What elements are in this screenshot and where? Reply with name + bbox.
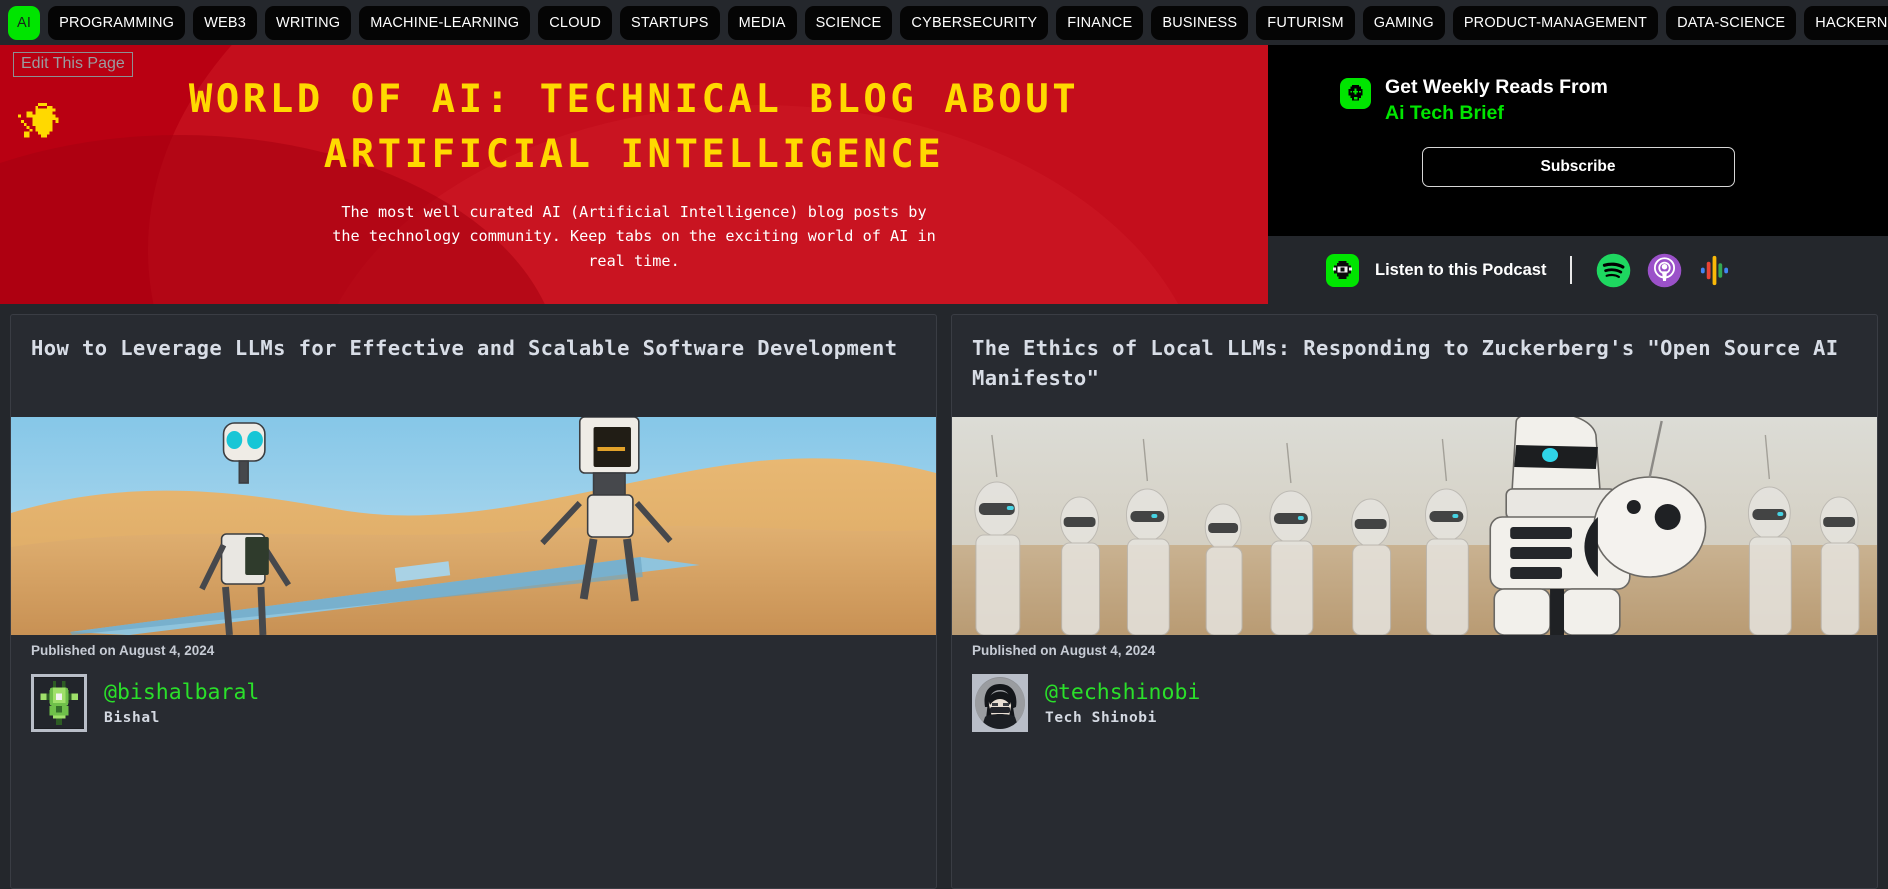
author-name: Tech Shinobi bbox=[1045, 710, 1157, 727]
nav-item-label: HACKERNOON bbox=[1815, 14, 1888, 31]
hackernoon-logo-icon bbox=[1340, 78, 1371, 109]
nav-item-label: WEB3 bbox=[204, 14, 246, 31]
nav-item-product-management[interactable]: PRODUCT-MANAGEMENT bbox=[1452, 5, 1659, 40]
nav-item-cloud[interactable]: CLOUD bbox=[538, 5, 613, 40]
nav-item-cybersecurity[interactable]: CYBERSECURITY bbox=[900, 5, 1049, 40]
podcast-label: Listen to this Podcast bbox=[1375, 260, 1547, 279]
article-card-list: How to Leverage LLMs for Effective and S… bbox=[0, 304, 1888, 889]
pixel-brain-icon bbox=[18, 102, 59, 138]
hero-row: Edit This Page Wo bbox=[0, 45, 1888, 304]
edit-this-page-button[interactable]: Edit This Page bbox=[13, 52, 133, 78]
nav-item-machine-learning[interactable]: MACHINE-LEARNING bbox=[359, 5, 531, 40]
hero-subtitle: The most well curated AI (Artificial Int… bbox=[332, 202, 936, 270]
hackernoon-logo-icon bbox=[1326, 253, 1359, 287]
author-block[interactable]: @bishalbaral Bishal bbox=[11, 658, 936, 732]
nav-item-label: MEDIA bbox=[738, 14, 786, 31]
nav-item-label: SCIENCE bbox=[815, 14, 882, 31]
nav-item-list: PROGRAMMING WEB3 WRITING MACHINE-LEARNING CL… bbox=[48, 5, 1888, 40]
nav-item-label: FUTURISM bbox=[1267, 14, 1344, 31]
nav-item-media[interactable]: MEDIA bbox=[727, 5, 797, 40]
nav-item-label: CYBERSECURITY bbox=[911, 14, 1038, 31]
article-title: How to Leverage LLMs for Effective and S… bbox=[31, 336, 898, 360]
author-handle[interactable]: @bishalbaral bbox=[104, 680, 259, 706]
nav-item-data-science[interactable]: DATA-SCIENCE bbox=[1666, 5, 1797, 40]
nav-brand-label: AI bbox=[17, 14, 32, 31]
right-panel: Get Weekly Reads From Ai Tech Brief Subs… bbox=[1268, 45, 1888, 304]
article-card[interactable]: How to Leverage LLMs for Effective and S… bbox=[10, 314, 937, 889]
nav-item-futurism[interactable]: FUTURISM bbox=[1256, 5, 1355, 40]
nav-item-writing[interactable]: WRITING bbox=[265, 5, 352, 40]
article-title: The Ethics of Local LLMs: Responding to … bbox=[972, 336, 1839, 390]
subscribe-button[interactable]: Subscribe bbox=[1421, 146, 1735, 187]
page-title: World of AI: Technical Blog about Artifi… bbox=[188, 77, 1080, 178]
nav-item-science[interactable]: SCIENCE bbox=[804, 5, 893, 40]
nav-item-label: FINANCE bbox=[1067, 14, 1133, 31]
nav-item-label: CLOUD bbox=[549, 14, 602, 31]
top-navigation-bar: AI PROGRAMMING WEB3 WRITING MACHINE-LEARNIN… bbox=[0, 0, 1888, 45]
avatar bbox=[972, 674, 1028, 732]
spotify-icon[interactable] bbox=[1596, 253, 1631, 288]
podcast-bar: Listen to this Podcast bbox=[1268, 236, 1888, 304]
google-podcasts-icon[interactable] bbox=[1698, 253, 1733, 288]
article-thumbnail bbox=[952, 417, 1877, 635]
nav-brand-ai[interactable]: AI bbox=[8, 5, 41, 40]
article-card[interactable]: The Ethics of Local LLMs: Responding to … bbox=[951, 314, 1878, 889]
hero-banner: Edit This Page Wo bbox=[0, 45, 1268, 304]
nav-item-finance[interactable]: FINANCE bbox=[1056, 5, 1144, 40]
author-name: Bishal bbox=[104, 710, 160, 727]
nav-item-label: PROGRAMMING bbox=[59, 14, 175, 31]
publish-date: Published on August 4, 2024 bbox=[972, 643, 1156, 658]
avatar bbox=[31, 674, 87, 732]
podcast-divider bbox=[1570, 256, 1573, 284]
nav-item-hackernoon[interactable]: HACKERNOON bbox=[1804, 5, 1888, 40]
apple-podcasts-icon[interactable] bbox=[1647, 253, 1682, 288]
article-thumbnail bbox=[11, 417, 936, 635]
nav-item-startups[interactable]: STARTUPS bbox=[620, 5, 720, 40]
nav-item-label: BUSINESS bbox=[1162, 14, 1238, 31]
nav-item-label: DATA-SCIENCE bbox=[1677, 14, 1786, 31]
nav-item-programming[interactable]: PROGRAMMING bbox=[48, 5, 186, 40]
newsletter-heading: Get Weekly Reads From bbox=[1385, 76, 1608, 98]
nav-item-business[interactable]: BUSINESS bbox=[1151, 5, 1249, 40]
nav-item-label: WRITING bbox=[276, 14, 341, 31]
publish-date: Published on August 4, 2024 bbox=[31, 643, 215, 658]
author-block[interactable]: @techshinobi Tech Shinobi bbox=[952, 658, 1877, 732]
nav-item-label: GAMING bbox=[1373, 14, 1434, 31]
nav-item-web3[interactable]: WEB3 bbox=[193, 5, 257, 40]
nav-item-label: STARTUPS bbox=[631, 14, 709, 31]
nav-item-gaming[interactable]: GAMING bbox=[1362, 5, 1445, 40]
nav-item-label: PRODUCT-MANAGEMENT bbox=[1463, 14, 1648, 31]
newsletter-widget: Get Weekly Reads From Ai Tech Brief Subs… bbox=[1268, 45, 1888, 236]
newsletter-name: Ai Tech Brief bbox=[1385, 102, 1504, 125]
author-handle[interactable]: @techshinobi bbox=[1045, 680, 1200, 706]
nav-item-label: MACHINE-LEARNING bbox=[370, 14, 520, 31]
